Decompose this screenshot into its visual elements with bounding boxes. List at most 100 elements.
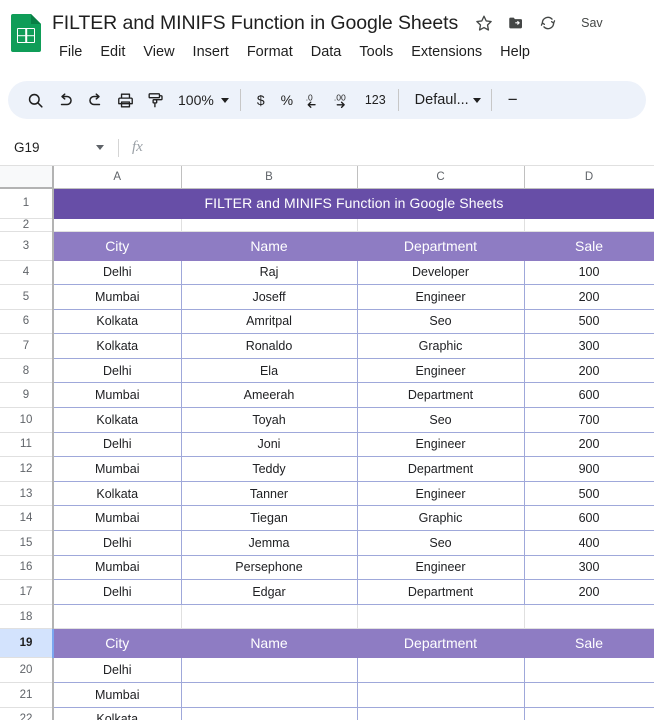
move-to-folder-icon[interactable] [506,14,525,33]
cell-c2[interactable] [357,218,525,232]
row-header-22[interactable]: 22 [0,707,54,720]
cell-a20[interactable]: Delhi [53,657,182,683]
cell-a9[interactable]: Mumbai [53,382,182,409]
cell-d10[interactable]: 700 [524,407,654,433]
row-header-9[interactable]: 9 [0,382,54,409]
column-header-b[interactable]: B [181,166,358,189]
cell-b17[interactable]: Edgar [181,579,358,605]
paint-format-icon[interactable] [140,85,170,115]
cell-d2[interactable] [524,218,654,232]
cell-c14[interactable]: Graphic [357,505,525,532]
menu-item-help[interactable]: Help [491,42,539,62]
decrease-font-size-button[interactable]: − [499,86,525,114]
cell-d22[interactable] [524,707,654,720]
cell-d8[interactable]: 200 [524,358,654,384]
cell-b14[interactable]: Tiegan [181,505,358,532]
row-header-6[interactable]: 6 [0,309,54,335]
select-all-corner[interactable] [0,166,54,189]
row-header-4[interactable]: 4 [0,260,54,286]
menu-item-file[interactable]: File [52,42,91,62]
cell-a22[interactable]: Kolkata [53,707,182,720]
cell-a6[interactable]: Kolkata [53,309,182,335]
menu-item-tools[interactable]: Tools [350,42,402,62]
cell-d4[interactable]: 100 [524,260,654,286]
cell-c18[interactable] [357,604,525,630]
cell-b9[interactable]: Ameerah [181,382,358,409]
menu-item-view[interactable]: View [134,42,183,62]
cell-b8[interactable]: Ela [181,358,358,384]
cell-c16[interactable]: Engineer [357,555,525,581]
cell-c17[interactable]: Department [357,579,525,605]
row-header-15[interactable]: 15 [0,530,54,556]
row-header-2[interactable]: 2 [0,218,54,232]
redo-icon[interactable] [80,85,110,115]
table1-header-sale[interactable]: Sale [524,231,654,261]
table1-header-city[interactable]: City [53,231,182,261]
google-sheets-logo[interactable] [11,14,41,52]
cell-c4[interactable]: Developer [357,260,525,286]
cell-a14[interactable]: Mumbai [53,505,182,532]
cell-b12[interactable]: Teddy [181,456,358,482]
cell-c21[interactable] [357,682,525,708]
cell-b10[interactable]: Toyah [181,407,358,433]
cell-b16[interactable]: Persephone [181,555,358,581]
cell-a15[interactable]: Delhi [53,530,182,556]
cell-d11[interactable]: 200 [524,432,654,458]
menu-item-extensions[interactable]: Extensions [402,42,491,62]
search-icon[interactable] [20,85,50,115]
row-header-11[interactable]: 11 [0,432,54,458]
table2-header-department[interactable]: Department [357,628,525,659]
cell-a2[interactable] [53,218,182,232]
column-header-d[interactable]: D [524,166,654,189]
row-header-8[interactable]: 8 [0,358,54,384]
row-header-10[interactable]: 10 [0,407,54,433]
cell-a7[interactable]: Kolkata [53,333,182,359]
cell-a8[interactable]: Delhi [53,358,182,384]
table1-header-department[interactable]: Department [357,231,525,261]
cell-d7[interactable]: 300 [524,333,654,359]
cell-c7[interactable]: Graphic [357,333,525,359]
print-icon[interactable] [110,85,140,115]
cell-c13[interactable]: Engineer [357,481,525,507]
cell-c15[interactable]: Seo [357,530,525,556]
column-header-a[interactable]: A [53,166,182,189]
menu-item-edit[interactable]: Edit [91,42,134,62]
cell-b13[interactable]: Tanner [181,481,358,507]
zoom-selector[interactable]: 100% [170,86,233,114]
column-header-c[interactable]: C [357,166,525,189]
cell-d5[interactable]: 200 [524,284,654,310]
cell-d9[interactable]: 600 [524,382,654,409]
cell-b11[interactable]: Joni [181,432,358,458]
menu-item-data[interactable]: Data [302,42,351,62]
cell-c5[interactable]: Engineer [357,284,525,310]
decrease-decimal-button[interactable]: .0 [300,85,330,115]
cell-b22[interactable] [181,707,358,720]
cell-d12[interactable]: 900 [524,456,654,482]
row-header-7[interactable]: 7 [0,333,54,359]
cell-c20[interactable] [357,657,525,683]
document-title[interactable]: FILTER and MINIFS Function in Google She… [52,12,458,35]
title-banner-cell[interactable]: FILTER and MINIFS Function in Google She… [53,188,654,219]
cell-d20[interactable] [524,657,654,683]
cell-d17[interactable]: 200 [524,579,654,605]
cell-d21[interactable] [524,682,654,708]
cell-d15[interactable]: 400 [524,530,654,556]
cell-a16[interactable]: Mumbai [53,555,182,581]
cell-d6[interactable]: 500 [524,309,654,335]
row-header-14[interactable]: 14 [0,505,54,532]
star-icon[interactable] [474,14,493,33]
cell-b15[interactable]: Jemma [181,530,358,556]
row-header-18[interactable]: 18 [0,604,54,630]
row-header-16[interactable]: 16 [0,555,54,581]
row-header-12[interactable]: 12 [0,456,54,482]
cell-a4[interactable]: Delhi [53,260,182,286]
more-number-formats-button[interactable]: 123 [360,86,391,114]
row-header-17[interactable]: 17 [0,579,54,605]
cell-d16[interactable]: 300 [524,555,654,581]
cell-c6[interactable]: Seo [357,309,525,335]
table2-header-city[interactable]: City [53,628,182,659]
undo-icon[interactable] [50,85,80,115]
font-family-selector[interactable]: Defaul... [406,86,484,114]
cell-b18[interactable] [181,604,358,630]
row-header-3[interactable]: 3 [0,231,54,261]
